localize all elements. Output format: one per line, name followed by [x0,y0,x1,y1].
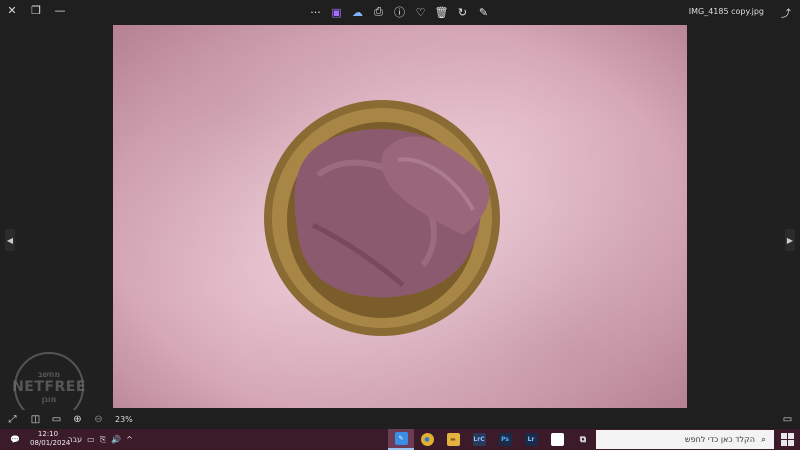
title-bar: ✕ ❐ — ··· ▣ ☁ ⎙ ⓘ ♡ 🗑 ↻ ✎ IMG_4185 copy.… [0,0,800,24]
chrome-app-button[interactable]: ● [414,429,440,450]
edit-icon[interactable]: ✎ [473,2,494,22]
onedrive-icon[interactable]: ☁ [347,2,368,22]
album-icon[interactable]: ▣ [326,2,347,22]
close-icon[interactable]: ✕ [0,0,24,20]
clock-time: 12:10 [37,430,59,438]
document-icon: ▯ [550,433,564,446]
lightroom-classic-icon: LrC [472,433,486,446]
viewer-toolbar: ··· ▣ ☁ ⎙ ⓘ ♡ 🗑 ↻ ✎ [305,0,494,24]
task-view-button[interactable]: ⧉ [570,429,596,450]
zoom-in-icon[interactable]: ⊕ [67,411,88,429]
task-view-icon: ⧉ [579,434,587,445]
file-name: IMG_4185 copy.jpg [688,7,764,16]
show-hidden-icons-icon[interactable]: ^ [126,435,133,444]
fit-window-icon[interactable]: ▭ [46,411,67,429]
windows-logo-tile [781,440,787,446]
volume-icon[interactable]: 🔊 [111,435,121,444]
folder-icon: ▬ [446,433,460,446]
chrome-icon: ● [420,433,434,446]
start-button[interactable] [781,433,794,446]
lightroom-classic-button[interactable]: LrC [466,429,492,450]
heart-icon[interactable]: ♡ [410,2,431,22]
lightroom-button[interactable]: Lr [518,429,544,450]
notification-icon[interactable]: 💬 [10,435,20,444]
notepad-button[interactable]: ▯ [544,429,570,450]
watermark-middle-text: NETFREE [12,379,86,395]
rotate-icon[interactable]: ↻ [452,2,473,22]
search-icon: ⌕ [760,434,766,445]
fullscreen-icon[interactable]: ⤢ [2,411,23,429]
bottom-bar: ⤢ ◫ ▭ ⊕ ⊖ 23% ▭ [0,410,800,429]
print-icon[interactable]: ⎙ [368,2,389,22]
search-placeholder: הקלד כאן כדי לחפש [684,435,755,444]
delete-icon[interactable]: 🗑 [431,2,452,22]
system-tray: עבר ▭ ⎘ 🔊 ^ [68,429,138,450]
minimize-icon[interactable]: — [48,0,72,20]
network-icon[interactable]: ▭ [87,435,95,444]
lightroom-icon: Lr [524,433,538,446]
previous-image-button[interactable]: ◀ [5,229,15,251]
clock-date: 08/01/2024 [30,439,71,447]
photoshop-icon: Ps [498,433,512,446]
photo [113,25,687,408]
info-icon[interactable]: ⓘ [389,2,410,22]
windows-logo-tile [781,433,787,439]
pen-app-icon: ✎ [394,432,408,445]
language-indicator[interactable]: עבר [68,435,82,444]
zoom-out-icon[interactable]: ⊖ [88,411,109,429]
windows-logo-tile [788,433,794,439]
taskbar-apps: ✎ ● ▬ LrC Ps Lr ▯ ⧉ [388,429,596,450]
image-canvas: ◀ ▶ [0,24,800,410]
pen-app-button[interactable]: ✎ [388,429,414,450]
screen-icon[interactable]: ▭ [777,411,798,429]
taskbar-search[interactable]: הקלד כאן כדי לחפש ⌕ [596,430,774,449]
windows-logo-tile [788,440,794,446]
filmstrip-icon[interactable]: ◫ [25,411,46,429]
file-explorer-button[interactable]: ▬ [440,429,466,450]
restore-icon[interactable]: ❐ [24,0,48,20]
notification-area: 💬 [10,429,25,450]
next-image-button[interactable]: ▶ [785,229,795,251]
netfree-tray-icon[interactable]: ⎘ [100,435,106,445]
photoshop-button[interactable]: Ps [492,429,518,450]
share-icon[interactable]: ⤴ [776,2,796,22]
zoom-level: 23% [115,415,133,424]
watermark-top-text: מחשב [37,370,61,379]
photo-content [264,100,500,336]
more-icon[interactable]: ··· [305,2,326,22]
watermark-bottom-text: מוגן [41,395,57,404]
clock[interactable]: 12:10 08/01/2024 [30,430,71,448]
